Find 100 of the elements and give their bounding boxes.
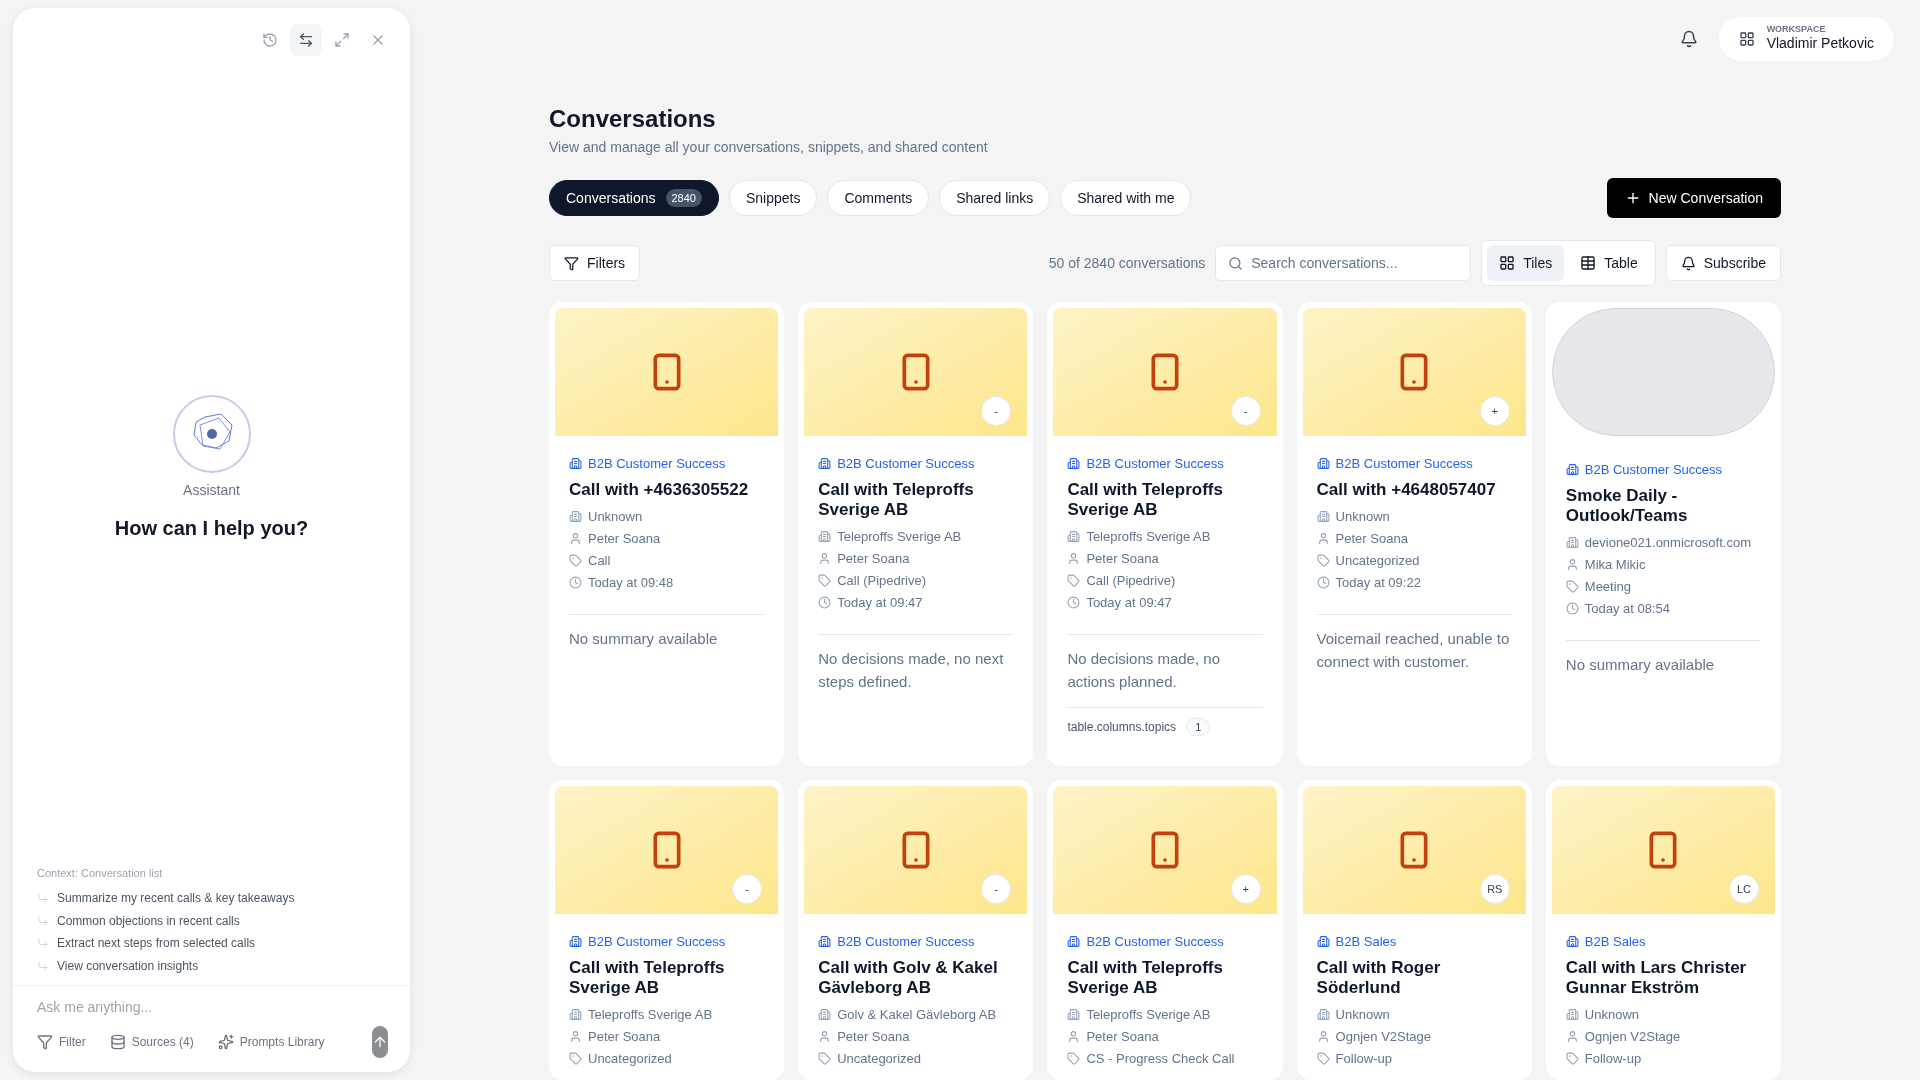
company-name: Unknown <box>1335 507 1390 526</box>
count-badge: 2840 <box>665 188 702 208</box>
suggestion-item[interactable]: Summarize my recent calls & key takeaways <box>37 887 295 910</box>
timestamp: Today at 09:22 <box>1335 573 1421 592</box>
filters-button[interactable]: Filters <box>549 245 641 281</box>
search-input[interactable]: Search conversations... <box>1251 252 1459 274</box>
team-label[interactable]: B2B Customer Success <box>837 454 975 474</box>
card-title[interactable]: Call with +4648057407 <box>1316 479 1512 500</box>
conversation-card[interactable]: B2B Customer Success Call with +4636305522 Unknown Peter Soana Call Today at 09:48 No summary available <box>549 302 785 766</box>
card-title[interactable]: Call with Teleproffs Sverige AB <box>1067 957 1263 998</box>
chat-input[interactable]: Ask me anything... <box>25 994 398 1020</box>
conversation-card[interactable]: + B2B Customer Success Call with Teleproffs Sverige AB Teleproffs Sverige AB Peter Soana CS - Progress Check Call <box>1047 780 1283 1080</box>
tab[interactable]: Conversations 2840 <box>549 180 719 216</box>
user-icon <box>569 1030 582 1043</box>
avatar-badge: + <box>1479 396 1510 426</box>
category-label: Call (Pipedrive) <box>1086 571 1176 590</box>
card-title[interactable]: Call with Roger Söderlund <box>1316 957 1512 998</box>
view-option[interactable]: Tiles <box>1487 245 1565 281</box>
team-label[interactable]: B2B Customer Success <box>1584 460 1723 480</box>
tool-button[interactable]: Prompts Library <box>217 1033 325 1051</box>
team-label[interactable]: B2B Customer Success <box>1086 932 1224 952</box>
conversation-card[interactable]: - B2B Customer Success Call with Teleproffs Sverige AB Teleproffs Sverige AB Peter Soana Uncategorized <box>549 780 785 1080</box>
card-title[interactable]: Call with Lars Christer Gunnar Ekström <box>1565 957 1761 998</box>
category-label: Meeting <box>1584 577 1632 596</box>
new-conversation-button[interactable]: New Conversation <box>1606 178 1781 218</box>
conversation-card[interactable]: - B2B Customer Success Call with Teleproffs Sverige AB Teleproffs Sverige AB Peter Soana Call (Pipedrive) Today at 09:47 No decisions made, no actions planned. table.columns.topics 1 <box>1047 302 1283 766</box>
send-button[interactable] <box>372 1026 389 1058</box>
card-title[interactable]: Call with Teleproffs Sverige AB <box>818 479 1014 520</box>
card-title[interactable]: Call with Golv & Kakel Gävleborg AB <box>818 957 1014 998</box>
swap-button[interactable] <box>290 24 322 56</box>
team-label[interactable]: B2B Sales <box>1335 932 1397 952</box>
card-title[interactable]: Smoke Daily - Outlook/Teams <box>1565 485 1761 526</box>
conversation-card[interactable]: - B2B Customer Success Call with Golv & Kakel Gävleborg AB Golv & Kakel Gävleborg AB Peter Soana Uncategorized <box>798 780 1034 1080</box>
summary-text: Voicemail reached, unable to connect with customer. <box>1316 628 1511 672</box>
team-label[interactable]: B2B Customer Success <box>1086 454 1224 474</box>
card-title[interactable]: Call with Teleproffs Sverige AB <box>1067 479 1263 520</box>
suggestion-item[interactable]: Common objections in recent calls <box>37 909 240 932</box>
company-name: devione021.onmicrosoft.com <box>1584 533 1751 552</box>
building-icon <box>1565 935 1579 949</box>
owner-name: Mika Mikic <box>1584 555 1646 574</box>
building-icon <box>569 935 582 949</box>
workspace-label: WORKSPACE <box>1766 24 1826 36</box>
building-icon <box>1316 1008 1330 1021</box>
assistant-logo-icon <box>171 394 252 474</box>
tag-icon <box>1565 1052 1579 1065</box>
card-title[interactable]: Call with +4636305522 <box>569 479 765 500</box>
conversation-card[interactable]: B2B Customer Success Smoke Daily - Outlook/Teams devione021.onmicrosoft.com Mika Mikic Meeting Today at 08:54 No summary available <box>1545 302 1781 766</box>
tag-icon <box>569 554 582 567</box>
owner-name: Ognjen V2Stage <box>1584 1027 1681 1046</box>
suggestion-item[interactable]: View conversation insights <box>37 954 199 977</box>
conversation-card[interactable]: LC B2B Sales Call with Lars Christer Gunnar Ekström Unknown Ognjen V2Stage Follow-up <box>1545 780 1781 1080</box>
avatar-badge: - <box>732 874 763 904</box>
corner-arrow-icon <box>37 937 49 950</box>
history-icon <box>262 32 278 48</box>
building-icon <box>1067 935 1081 949</box>
tool-button[interactable]: Sources (4) <box>109 1033 194 1051</box>
suggestion-item[interactable]: Extract next steps from selected calls <box>37 932 256 955</box>
category-label: Uncategorized <box>588 1049 672 1068</box>
tab[interactable]: Shared links <box>939 180 1051 216</box>
company-name: Teleproffs Sverige AB <box>1086 1005 1211 1024</box>
tab[interactable]: Snippets <box>729 180 818 216</box>
user-icon <box>1067 552 1081 565</box>
grid-icon <box>1499 255 1516 271</box>
tool-button[interactable]: Filter <box>37 1033 86 1051</box>
tag-icon <box>1067 1052 1081 1065</box>
workspace-name: Vladimir Petkovic <box>1766 35 1874 53</box>
database-icon <box>109 1034 126 1050</box>
team-label[interactable]: B2B Customer Success <box>588 932 726 952</box>
tag-icon <box>1316 554 1330 567</box>
page-subtitle: View and manage all your conversations, snippets, and shared content <box>549 138 989 157</box>
page-title: Conversations <box>549 104 717 134</box>
workspace-switcher[interactable]: WORKSPACE Vladimir Petkovic <box>1718 16 1894 61</box>
avatar-badge: - <box>981 396 1012 426</box>
user-icon <box>818 1030 832 1043</box>
conversation-card[interactable]: - B2B Customer Success Call with Teleproffs Sverige AB Teleproffs Sverige AB Peter Soana Call (Pipedrive) Today at 09:47 No decisions made, no next steps defined. <box>798 302 1034 766</box>
building-icon <box>1316 457 1330 471</box>
timestamp: Today at 09:47 <box>837 593 923 612</box>
subscribe-button[interactable]: Subscribe <box>1665 245 1781 281</box>
owner-name: Peter Soana <box>588 1027 661 1046</box>
building-icon <box>1565 536 1579 549</box>
team-label[interactable]: B2B Customer Success <box>837 932 975 952</box>
team-label[interactable]: B2B Sales <box>1584 932 1646 952</box>
owner-name: Peter Soana <box>1335 529 1408 548</box>
filter-icon <box>37 1034 53 1050</box>
tag-icon <box>1565 580 1579 593</box>
conversation-card[interactable]: RS B2B Sales Call with Roger Söderlund Unknown Ognjen V2Stage Follow-up <box>1296 780 1532 1080</box>
company-name: Teleproffs Sverige AB <box>588 1005 713 1024</box>
card-title[interactable]: Call with Teleproffs Sverige AB <box>569 957 765 998</box>
tab[interactable]: Shared with me <box>1060 180 1192 216</box>
category-label: Uncategorized <box>1335 551 1420 570</box>
team-label[interactable]: B2B Customer Success <box>588 454 726 474</box>
category-label: Call <box>588 551 611 570</box>
category-label: Follow-up <box>1584 1049 1642 1068</box>
search-field[interactable]: Search conversations... <box>1215 245 1472 281</box>
team-label[interactable]: B2B Customer Success <box>1335 454 1473 474</box>
building-icon <box>1316 935 1330 949</box>
tab[interactable]: Comments <box>827 180 930 216</box>
owner-name: Ognjen V2Stage <box>1335 1027 1431 1046</box>
conversation-card[interactable]: + B2B Customer Success Call with +4648057407 Unknown Peter Soana Uncategorized Today at 09:22 Voicemail reached, unable to connect with customer. <box>1296 302 1532 766</box>
building-icon <box>1067 530 1081 543</box>
